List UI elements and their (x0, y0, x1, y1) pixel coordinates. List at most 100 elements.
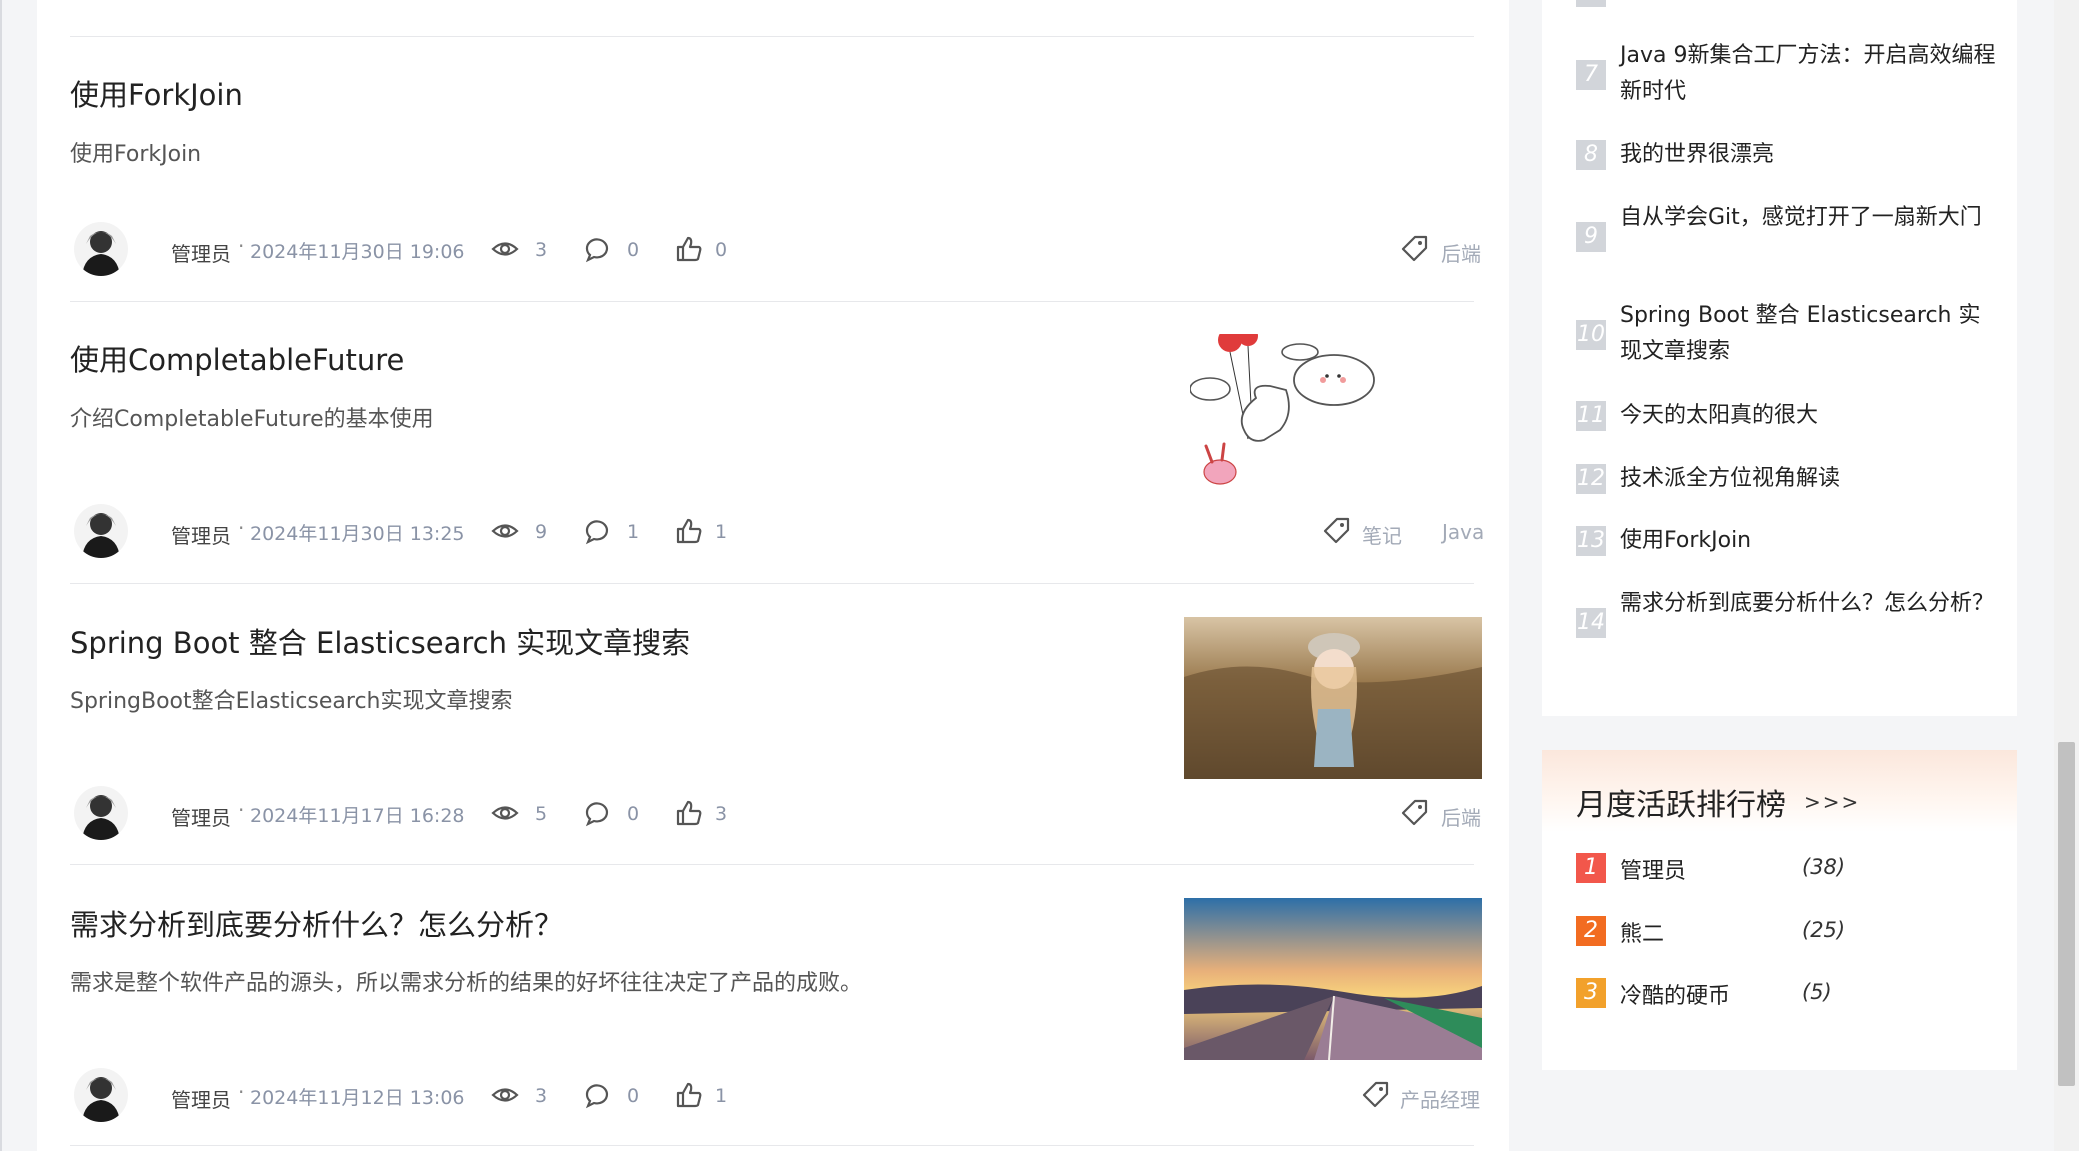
monthly-active-panel: 月度活跃排行榜 >>> 1 管理员 (38) 2 熊二 (25) 3 冷酷的硬币… (1542, 750, 2017, 1070)
thumbs-up-icon[interactable] (674, 234, 704, 264)
like-count: 3 (715, 803, 728, 825)
tag-label[interactable]: 笔记 (1362, 520, 1402, 549)
active-user-item[interactable]: 1 管理员 (38) (1576, 853, 1996, 885)
article-item[interactable]: Spring Boot 整合 Elasticsearch 实现文章搜索 Spri… (70, 584, 1482, 865)
tag-label[interactable]: Java (1442, 520, 1484, 544)
publish-date: 2024年11月30日 19:06 (250, 241, 465, 263)
article-description: 使用ForkJoin (70, 142, 202, 167)
publish-date: 2024年11月17日 16:28 (250, 805, 465, 827)
avatar[interactable] (74, 222, 128, 276)
ranking-item[interactable]: 11 今天的太阳真的很大 (1576, 398, 1996, 438)
activity-count: (38) (1802, 855, 1846, 879)
ranking-title[interactable]: 我的世界很漂亮 (1620, 137, 2000, 173)
view-count: 5 (535, 803, 548, 825)
tag-icon (1362, 1081, 1389, 1108)
window-left-edge (0, 0, 2, 1151)
publish-date: 2024年11月12日 13:06 (250, 1087, 465, 1109)
article-title[interactable]: 需求分析到底要分析什么？怎么分析？ (70, 902, 563, 944)
article-title[interactable]: Spring Boot 整合 Elasticsearch 实现文章搜索 (70, 620, 690, 662)
like-count: 1 (715, 1085, 728, 1107)
rank-badge: 8 (1576, 140, 1606, 170)
user-name[interactable]: 管理员 (1620, 853, 1686, 885)
separator-dot: · (238, 798, 245, 822)
article-item[interactable]: 使用CompletableFuture 介绍CompletableFuture的… (70, 302, 1484, 584)
article-item[interactable]: 使用ForkJoin 使用ForkJoin 管理员 · 2024年11月30日 … (70, 37, 1481, 302)
thumbs-up-icon[interactable] (674, 516, 704, 546)
comment-count: 0 (627, 1085, 640, 1107)
ranking-title[interactable]: 技术派全方位视角解读 (1620, 461, 2000, 497)
tag-icon (1323, 517, 1350, 544)
article-ranking-panel: 7 Java 9新集合工厂方法：开启高效编程新时代 8 我的世界很漂亮 9 自从… (1542, 0, 2017, 716)
rank-badge: 10 (1576, 320, 1606, 350)
article-description: SpringBoot整合Elasticsearch实现文章搜索 (70, 689, 513, 714)
rank-badge: 3 (1576, 978, 1606, 1008)
separator-dot: · (238, 516, 245, 540)
ranking-item[interactable]: 9 自从学会Git，感觉打开了一扇新大门 (1576, 200, 1996, 280)
article-title[interactable]: 使用CompletableFuture (70, 337, 404, 379)
ranking-title[interactable]: Java 9新集合工厂方法：开启高效编程新时代 (1620, 38, 2000, 110)
article-title[interactable]: 使用ForkJoin (70, 72, 243, 114)
user-name[interactable]: 熊二 (1620, 916, 1664, 948)
avatar[interactable] (74, 504, 128, 558)
article-meta: 管理员 · 2024年11月30日 13:25 9 1 1 笔记 Java (70, 504, 1484, 564)
more-link[interactable]: >>> (1804, 790, 1860, 814)
author-name[interactable]: 管理员 (171, 1084, 231, 1113)
tag-label[interactable]: 后端 (1441, 802, 1481, 831)
author-name[interactable]: 管理员 (171, 520, 231, 549)
panel-title: 月度活跃排行榜 (1576, 788, 1786, 823)
active-user-item[interactable]: 2 熊二 (25) (1576, 916, 1996, 948)
avatar[interactable] (74, 786, 128, 840)
article-item[interactable]: 需求分析到底要分析什么？怎么分析？ 需求是整个软件产品的源头，所以需求分析的结果… (70, 865, 1482, 1146)
avatar-partial (115, 0, 145, 9)
rank-badge-partial (1576, 0, 1606, 7)
like-count: 0 (715, 239, 728, 261)
tag-icon (1401, 235, 1428, 262)
author-name[interactable]: 管理员 (171, 238, 231, 267)
ranking-item[interactable]: 14 需求分析到底要分析什么？怎么分析？ (1576, 586, 1996, 666)
ranking-item[interactable]: 10 Spring Boot 整合 Elasticsearch 实现文章搜索 (1576, 300, 1996, 380)
ranking-title[interactable]: Spring Boot 整合 Elasticsearch 实现文章搜索 (1620, 298, 2000, 370)
rank-badge: 1 (1576, 853, 1606, 883)
article-meta: 管理员 · 2024年11月17日 16:28 5 0 3 后端 (70, 786, 1481, 846)
author-name[interactable]: 管理员 (171, 802, 231, 831)
article-list: 使用ForkJoin 使用ForkJoin 管理员 · 2024年11月30日 … (37, 0, 1509, 1151)
avatar[interactable] (74, 1068, 128, 1122)
rank-badge: 2 (1576, 916, 1606, 946)
publish-date: 2024年11月30日 13:25 (250, 523, 465, 545)
separator-dot: · (238, 1080, 245, 1104)
article-thumbnail[interactable] (1184, 898, 1482, 1060)
tag-label[interactable]: 后端 (1441, 238, 1481, 267)
comment-count: 1 (627, 521, 640, 543)
tag-label[interactable]: 产品经理 (1400, 1084, 1480, 1113)
comment-count: 0 (627, 239, 640, 261)
ranking-title[interactable]: 今天的太阳真的很大 (1620, 398, 2000, 434)
ranking-item[interactable]: 8 我的世界很漂亮 (1576, 137, 1996, 177)
ranking-item[interactable]: 12 技术派全方位视角解读 (1576, 461, 1996, 501)
article-thumbnail[interactable] (1184, 617, 1482, 779)
eye-icon (491, 1088, 519, 1102)
eye-icon (491, 806, 519, 820)
article-thumbnail[interactable] (1190, 334, 1390, 500)
ranking-title[interactable]: 需求分析到底要分析什么？怎么分析？ (1620, 586, 2000, 622)
ranking-item[interactable]: 7 Java 9新集合工厂方法：开启高效编程新时代 (1576, 38, 1996, 118)
article-description: 介绍CompletableFuture的基本使用 (70, 407, 434, 432)
scrollbar-thumb[interactable] (2058, 742, 2075, 1086)
previous-article-footer (70, 0, 1474, 37)
panel-header: 月度活跃排行榜 >>> (1542, 750, 2017, 832)
rank-badge: 7 (1576, 60, 1606, 90)
view-count: 9 (535, 521, 548, 543)
ranking-item[interactable]: 13 使用ForkJoin (1576, 523, 1996, 563)
article-meta: 管理员 · 2024年11月30日 19:06 3 0 0 后端 (70, 222, 1481, 282)
active-user-item[interactable]: 3 冷酷的硬币 (5) (1576, 978, 1996, 1010)
ranking-title[interactable]: 自从学会Git，感觉打开了一扇新大门 (1620, 200, 2000, 236)
thumbs-up-icon[interactable] (674, 798, 704, 828)
vertical-scrollbar[interactable] (2054, 0, 2079, 1151)
rank-badge: 13 (1576, 526, 1606, 556)
user-name[interactable]: 冷酷的硬币 (1620, 978, 1730, 1010)
comment-icon (585, 520, 609, 545)
like-count: 1 (715, 521, 728, 543)
thumbs-up-icon[interactable] (674, 1080, 704, 1110)
ranking-title[interactable]: 使用ForkJoin (1620, 523, 2000, 559)
separator-dot: · (238, 234, 245, 258)
eye-icon (491, 242, 519, 256)
